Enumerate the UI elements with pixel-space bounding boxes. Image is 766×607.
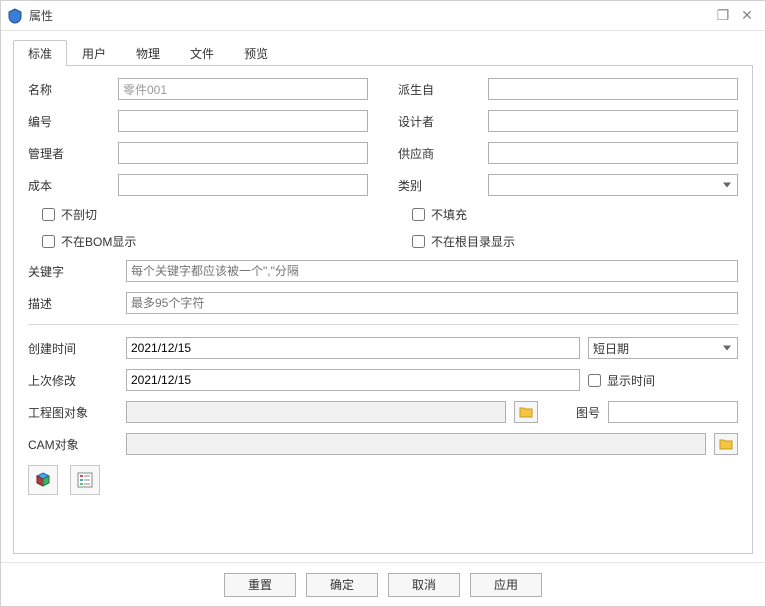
- reset-button[interactable]: 重置: [224, 573, 296, 597]
- cost-field[interactable]: [118, 174, 368, 196]
- list-icon: [76, 471, 94, 489]
- created-field[interactable]: [126, 337, 580, 359]
- cancel-button[interactable]: 取消: [388, 573, 460, 597]
- tab-standard[interactable]: 标准: [13, 40, 67, 66]
- drawing-obj-browse-button[interactable]: [514, 401, 538, 423]
- description-field[interactable]: [126, 292, 738, 314]
- tool-button-1[interactable]: [28, 465, 58, 495]
- label-modified: 上次修改: [28, 372, 118, 389]
- supplier-field[interactable]: [488, 142, 738, 164]
- tab-preview[interactable]: 预览: [229, 40, 283, 66]
- designer-field[interactable]: [488, 110, 738, 132]
- drawing-obj-field[interactable]: [126, 401, 506, 423]
- number-field[interactable]: [118, 110, 368, 132]
- tab-bar: 标准 用户 物理 文件 预览: [1, 31, 765, 65]
- label-cost: 成本: [28, 177, 118, 194]
- label-no-fill: 不填充: [431, 206, 467, 223]
- label-drawing-no: 图号: [554, 404, 600, 421]
- cube-icon: [34, 471, 52, 489]
- tab-panel: 名称 派生自 编号 设计者 管理者 供应商: [13, 65, 753, 554]
- show-time-checkbox[interactable]: [588, 374, 601, 387]
- drawing-no-field[interactable]: [608, 401, 738, 423]
- app-icon: [7, 8, 23, 24]
- label-derived-from: 派生自: [398, 81, 488, 98]
- label-show-time: 显示时间: [607, 372, 655, 389]
- not-in-bom-checkbox[interactable]: [42, 235, 55, 248]
- label-designer: 设计者: [398, 113, 488, 130]
- label-keywords: 关键字: [28, 263, 118, 280]
- manager-field[interactable]: [118, 142, 368, 164]
- derived-from-field[interactable]: [488, 78, 738, 100]
- label-name: 名称: [28, 81, 118, 98]
- cam-obj-field[interactable]: [126, 433, 706, 455]
- label-created: 创建时间: [28, 340, 118, 357]
- divider: [28, 324, 738, 325]
- apply-button[interactable]: 应用: [470, 573, 542, 597]
- not-in-root-checkbox[interactable]: [412, 235, 425, 248]
- folder-icon: [519, 406, 533, 418]
- tab-user[interactable]: 用户: [67, 40, 121, 66]
- label-not-in-root: 不在根目录显示: [431, 233, 515, 250]
- modified-field[interactable]: [126, 369, 580, 391]
- name-field[interactable]: [118, 78, 368, 100]
- no-section-checkbox[interactable]: [42, 208, 55, 221]
- window-title: 属性: [29, 7, 711, 24]
- close-icon[interactable]: ✕: [735, 7, 759, 24]
- label-category: 类别: [398, 177, 488, 194]
- ok-button[interactable]: 确定: [306, 573, 378, 597]
- category-combo[interactable]: [488, 174, 738, 196]
- keywords-field[interactable]: [126, 260, 738, 282]
- label-cam-obj: CAM对象: [28, 436, 118, 453]
- tool-button-2[interactable]: [70, 465, 100, 495]
- help-icon[interactable]: ❐: [711, 7, 735, 24]
- folder-icon: [719, 438, 733, 450]
- titlebar: 属性 ❐ ✕: [1, 1, 765, 31]
- label-not-in-bom: 不在BOM显示: [61, 233, 136, 250]
- properties-window: 属性 ❐ ✕ 标准 用户 物理 文件 预览 名称 派生自 编号 设计者: [0, 0, 766, 607]
- no-fill-checkbox[interactable]: [412, 208, 425, 221]
- tab-physics[interactable]: 物理: [121, 40, 175, 66]
- footer: 重置 确定 取消 应用: [1, 562, 765, 606]
- label-description: 描述: [28, 295, 118, 312]
- label-number: 编号: [28, 113, 118, 130]
- cam-obj-browse-button[interactable]: [714, 433, 738, 455]
- label-drawing-obj: 工程图对象: [28, 404, 118, 421]
- label-supplier: 供应商: [398, 145, 488, 162]
- label-no-section: 不剖切: [61, 206, 97, 223]
- date-format-combo[interactable]: 短日期: [588, 337, 738, 359]
- label-manager: 管理者: [28, 145, 118, 162]
- tab-file[interactable]: 文件: [175, 40, 229, 66]
